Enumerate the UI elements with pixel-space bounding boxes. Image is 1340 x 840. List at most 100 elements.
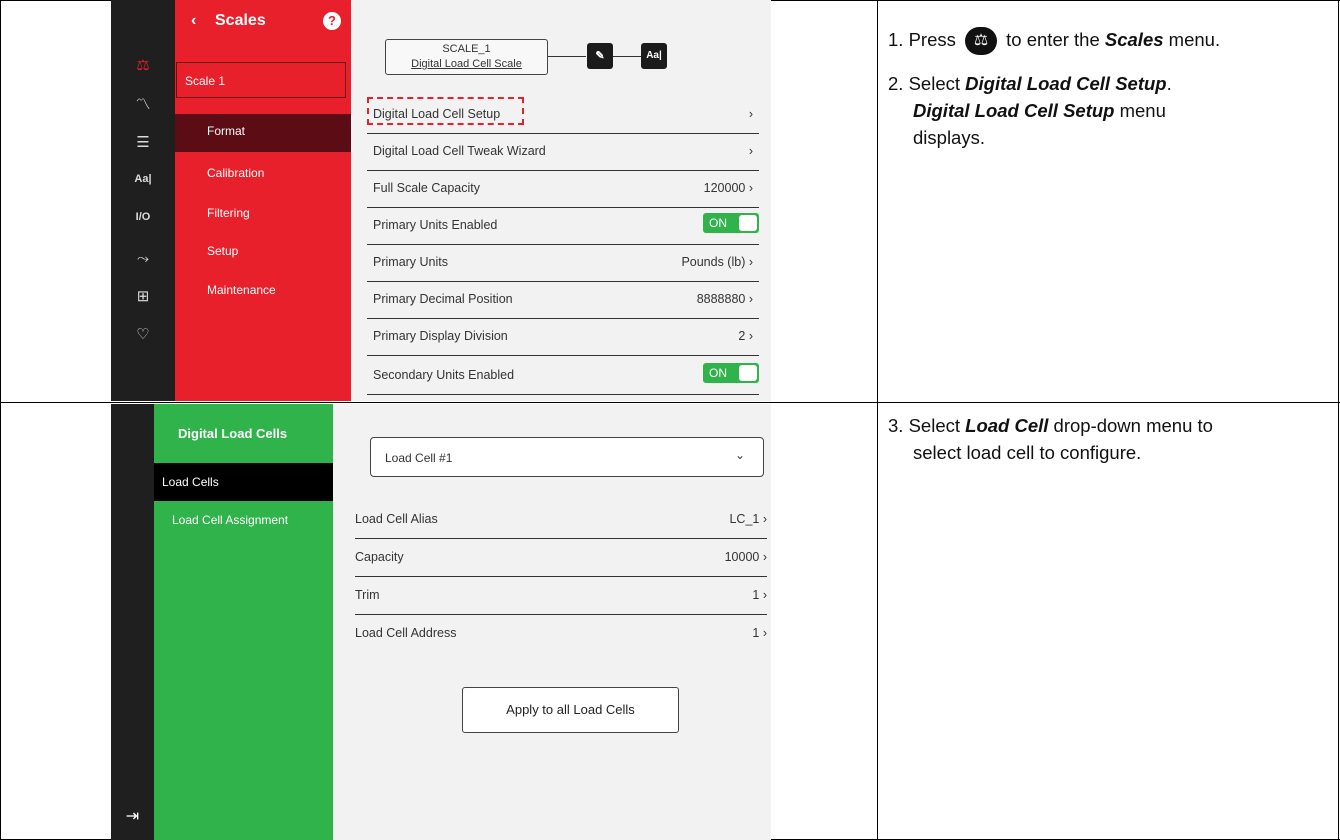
row-primary-decimal-position[interactable]: Primary Decimal Position 8888880 › — [367, 282, 759, 319]
apply-to-all-button[interactable]: Apply to all Load Cells — [462, 687, 679, 733]
chevron-right-icon: › — [327, 73, 331, 87]
connector-line — [548, 56, 586, 57]
step-emphasis: Load Cell — [965, 415, 1049, 436]
table-border-right — [1338, 0, 1339, 840]
back-icon[interactable]: ‹ — [191, 12, 196, 30]
list-icon[interactable]: ☰ — [111, 133, 175, 151]
help-icon[interactable]: ? — [323, 12, 341, 30]
row-label: Primary Decimal Position — [373, 292, 513, 306]
network-icon[interactable]: ⤳ — [111, 250, 175, 267]
dropdown-value: Load Cell #1 — [385, 451, 453, 465]
menu-item-load-cells[interactable]: Load Cells — [154, 463, 333, 501]
step-text: Press — [908, 29, 956, 50]
menu-item-setup[interactable]: Setup — [175, 234, 351, 272]
step-text: . — [1166, 73, 1172, 94]
scale-type: Digital Load Cell Scale — [411, 58, 522, 70]
icon-sidebar-2: ⇥ — [111, 404, 154, 840]
row-label: Full Scale Capacity — [373, 181, 480, 195]
secondary-units-toggle[interactable]: ON — [703, 363, 759, 383]
chevron-right-icon: › — [748, 107, 753, 121]
step-2: 2. Select Digital Load Cell Setup. Digit… — [888, 70, 1328, 151]
step-text: displays. — [913, 127, 985, 148]
step-3: 3. Select Load Cell drop-down menu to se… — [888, 412, 1328, 466]
step-number: 3. — [888, 415, 904, 436]
row-primary-units[interactable]: Primary Units Pounds (lb) › — [367, 245, 759, 282]
table-border-left — [0, 0, 1, 840]
menu-item-label: Load Cells — [162, 475, 219, 489]
row-value: 2 › — [738, 329, 753, 343]
row-label: Load Cell Address — [355, 626, 457, 640]
primary-units-toggle[interactable]: ON — [703, 213, 759, 233]
signal-icon[interactable]: 〽 — [111, 93, 175, 114]
table-column-divider — [877, 0, 878, 840]
row-secondary-units-enabled: Secondary Units Enabled ON — [367, 358, 759, 395]
row-value: LC_1 › — [729, 512, 767, 526]
step-text: to enter the — [1006, 29, 1100, 50]
table-row-divider — [0, 402, 1340, 403]
row-label: Digital Load Cell Tweak Wizard — [373, 144, 546, 158]
row-value: 8888880 › — [696, 292, 753, 306]
menu-item-load-cell-assignment[interactable]: Load Cell Assignment — [154, 501, 333, 539]
row-label: Load Cell Alias — [355, 512, 438, 526]
scales-menu-title: Scales — [215, 12, 266, 29]
heart-monitor-icon[interactable]: ♡ — [111, 325, 175, 343]
icon-sidebar: ⚖ 〽 ☰ Aa| I/O ⤳ ⊞ ♡ — [111, 0, 175, 401]
row-divider — [367, 355, 759, 356]
step-text: Select — [908, 73, 960, 94]
step-text: select load cell to configure. — [913, 442, 1142, 463]
scale-selector-label: Scale 1 — [185, 74, 226, 88]
hierarchy-icon[interactable]: ⊞ — [111, 287, 175, 305]
toggle-knob — [739, 215, 757, 231]
scales-menu-header: ‹ Scales ? — [175, 0, 351, 60]
row-primary-display-division[interactable]: Primary Display Division 2 › — [367, 319, 759, 356]
step-emphasis: Digital Load Cell Setup — [965, 73, 1167, 94]
scale-icon[interactable]: ⚖ — [111, 56, 175, 74]
step-emphasis: Digital Load Cell Setup — [913, 100, 1115, 121]
row-tweak-wizard[interactable]: Digital Load Cell Tweak Wizard › — [367, 134, 759, 171]
row-value: 120000 › — [703, 181, 753, 195]
scale-name-box[interactable]: SCALE_1 Digital Load Cell Scale — [385, 39, 548, 75]
row-primary-units-enabled: Primary Units Enabled ON — [367, 208, 759, 245]
pencil-icon: ✎ — [595, 50, 605, 62]
step-text: Select — [908, 415, 960, 436]
menu-item-label: Format — [207, 124, 246, 138]
menu-item-label: Filtering — [207, 206, 250, 220]
menu-item-label: Calibration — [207, 166, 265, 180]
load-cell-dropdown[interactable]: Load Cell #1 ⌄ — [370, 437, 764, 477]
row-load-cell-address[interactable]: Load Cell Address 1 › — [355, 615, 767, 653]
scale-button-icon: ⚖ — [965, 27, 998, 56]
load-cells-menu-title: Digital Load Cells — [178, 426, 288, 441]
row-label: Secondary Units Enabled — [373, 368, 515, 382]
row-full-scale-capacity[interactable]: Full Scale Capacity 120000 › — [367, 171, 759, 208]
menu-item-maintenance[interactable]: Maintenance — [175, 273, 351, 311]
toggle-knob — [739, 365, 757, 381]
row-capacity[interactable]: Capacity 10000 › — [355, 539, 767, 577]
row-label: Primary Units Enabled — [373, 218, 498, 232]
step-emphasis: Scales — [1104, 29, 1164, 50]
format-button[interactable]: Aa| — [641, 43, 667, 69]
text-format-icon: Aa| — [646, 50, 662, 61]
step-text: drop-down menu to — [1053, 415, 1213, 436]
menu-item-format[interactable]: Format — [175, 114, 351, 152]
scale-selector[interactable]: Scale 1 › — [176, 62, 346, 98]
row-trim[interactable]: Trim 1 › — [355, 577, 767, 615]
io-icon[interactable]: I/O — [111, 211, 175, 223]
scale-name: SCALE_1 — [442, 43, 491, 55]
row-value: Pounds (lb) › — [681, 255, 753, 269]
row-value: 1 › — [752, 588, 767, 602]
highlight-box — [367, 97, 524, 125]
row-value: 10000 › — [724, 550, 767, 564]
step-1: 1. Press ⚖ to enter the Scales menu. — [888, 26, 1220, 56]
step-text: menu — [1119, 100, 1166, 121]
menu-item-calibration[interactable]: Calibration — [175, 156, 351, 194]
edit-button[interactable]: ✎ — [587, 43, 613, 69]
row-value: 1 › — [752, 626, 767, 640]
row-divider — [367, 394, 759, 395]
logout-icon[interactable]: ⇥ — [111, 806, 154, 826]
text-format-icon[interactable]: Aa| — [111, 173, 175, 185]
row-load-cell-alias[interactable]: Load Cell Alias LC_1 › — [355, 501, 767, 539]
toggle-label: ON — [709, 216, 727, 230]
step-number: 2. — [888, 73, 904, 94]
menu-item-label: Load Cell Assignment — [172, 513, 289, 527]
menu-item-filtering[interactable]: Filtering — [175, 196, 351, 234]
